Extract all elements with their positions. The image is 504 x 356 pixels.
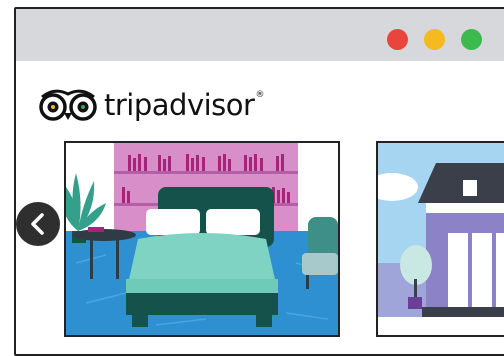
close-window-button[interactable] (387, 29, 408, 50)
brand-name: tripadvisor® (104, 87, 264, 122)
trademark-symbol: ® (255, 89, 264, 100)
maximize-window-button[interactable] (461, 29, 482, 50)
chevron-left-icon (31, 213, 44, 235)
carousel-card-bedroom[interactable] (64, 141, 340, 337)
minimize-window-button[interactable] (424, 29, 445, 50)
window-titlebar (16, 9, 504, 61)
owl-eyes-icon (36, 85, 100, 125)
bedroom-illustration (66, 143, 338, 335)
carousel-prev-button[interactable] (16, 202, 60, 246)
browser-window: tripadvisor® (14, 7, 504, 356)
house-exterior-illustration (378, 143, 504, 335)
tripadvisor-logo[interactable]: tripadvisor® (36, 87, 264, 123)
carousel-card-house[interactable] (376, 141, 504, 337)
